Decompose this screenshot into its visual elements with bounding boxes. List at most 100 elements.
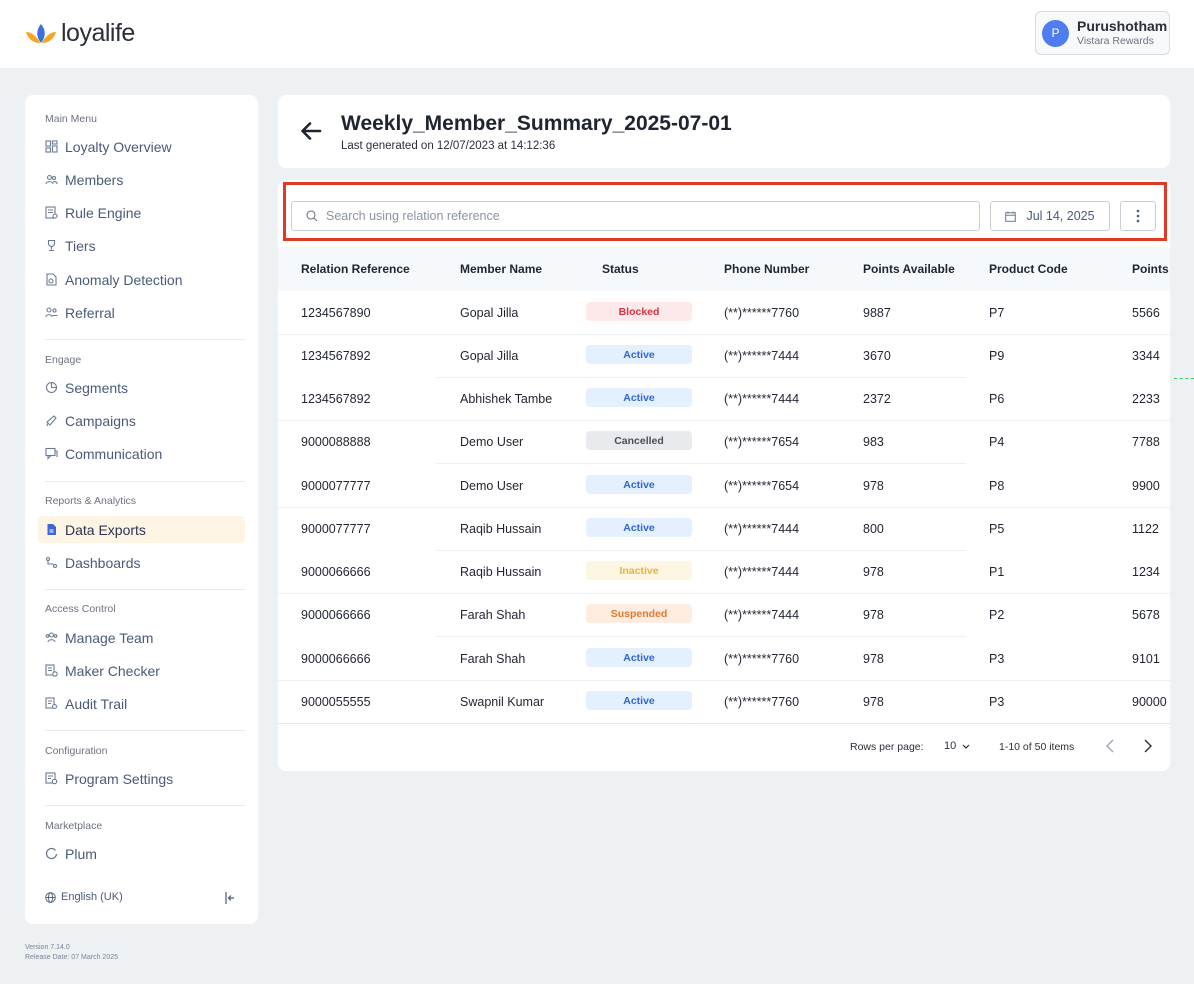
sidebar-item-audit-trail[interactable]: Audit Trail	[38, 690, 245, 717]
cell-member-name: Demo User	[460, 479, 524, 493]
cell-points: 1234	[1132, 565, 1160, 579]
cell-relation-reference: 9000066666	[301, 652, 371, 666]
cell-points-available: 978	[863, 479, 884, 493]
rows-per-page-select[interactable]: 10	[944, 740, 970, 752]
status-badge: Active	[586, 475, 692, 494]
table-row[interactable]: 9000066666 Farah Shah (**)******7760 978 P3 9…	[278, 637, 1170, 681]
sidebar-item-label: Data Exports	[65, 521, 146, 538]
cell-points: 90000	[1132, 695, 1167, 709]
sidebar-item-program-settings[interactable]: Program Settings	[38, 765, 245, 792]
cell-points-available: 983	[863, 435, 884, 449]
cell-relation-reference: 9000055555	[301, 695, 371, 709]
sidebar-item-campaigns[interactable]: Campaigns	[38, 407, 245, 434]
sidebar-item-manage-team[interactable]: Manage Team	[38, 624, 245, 651]
plum-icon	[45, 847, 58, 860]
cell-points: 3344	[1132, 349, 1160, 363]
status-badge: Active	[586, 388, 692, 407]
sidebar-item-anomaly-detection[interactable]: Anomaly Detection	[38, 266, 245, 293]
cell-member-name: Raqib Hussain	[460, 522, 542, 536]
table-row[interactable]: 9000066666 Farah Shah (**)******7444 978 P2 5…	[278, 593, 1170, 637]
sidebar-item-label: Communication	[65, 445, 163, 462]
cell-phone-number: (**)******7654	[724, 435, 800, 449]
page-header: Weekly_Member_Summary_2025-07-01 Last ge…	[278, 95, 1170, 168]
cell-member-name: Gopal Jilla	[460, 306, 519, 320]
cell-points-available: 800	[863, 522, 884, 536]
cell-points-available: 978	[863, 608, 884, 622]
column-header-relation-reference[interactable]: Relation Reference	[301, 262, 410, 276]
sidebar-item-segments[interactable]: Segments	[38, 374, 245, 401]
sidebar-item-label: Campaigns	[65, 412, 136, 429]
back-arrow-icon[interactable]	[300, 121, 322, 141]
sidebar-item-label: Audit Trail	[65, 695, 128, 712]
cell-member-name: Demo User	[460, 435, 524, 449]
divider	[45, 730, 245, 731]
status-badge: Blocked	[586, 302, 692, 321]
table-row[interactable]: 9000066666 Raqib Hussain (**)******7444 978…	[278, 550, 1170, 594]
cell-member-name: Gopal Jilla	[460, 349, 519, 363]
column-header-points-available[interactable]: Points Available	[863, 262, 955, 276]
column-header-product-code[interactable]: Product Code	[989, 262, 1068, 276]
cell-points: 9900	[1132, 479, 1160, 493]
column-header-points[interactable]: Points	[1132, 262, 1169, 276]
cell-product-code: P2	[989, 608, 1005, 622]
cell-phone-number: (**)******7654	[724, 479, 800, 493]
cell-member-name: Farah Shah	[460, 652, 526, 666]
brand-name: loyalife	[61, 19, 135, 47]
cell-points-available: 978	[863, 565, 884, 579]
user-organization: Vistara Rewards	[1077, 35, 1154, 47]
cell-phone-number: (**)******7760	[724, 695, 800, 709]
user-profile-card[interactable]: P Purushotham Vistara Rewards	[1035, 11, 1170, 55]
sidebar-item-rule-engine[interactable]: Rule Engine	[38, 199, 245, 226]
sidebar-item-members[interactable]: Members	[38, 166, 245, 193]
table-row[interactable]: 1234567892 Abhishek Tambe (**)******7444 23…	[278, 377, 1170, 421]
page-title: Weekly_Member_Summary_2025-07-01	[341, 112, 732, 135]
members-icon	[45, 173, 58, 186]
table-row[interactable]: 9000077777 Demo User (**)******7654 978 P8 99…	[278, 464, 1170, 508]
sidebar-item-data-exports[interactable]: Data Exports	[38, 516, 245, 543]
cell-phone-number: (**)******7444	[724, 565, 800, 579]
table-row[interactable]: 9000055555 Swapnil Kumar (**)******7760 978…	[278, 680, 1170, 723]
sidebar-item-communication[interactable]: Communication	[38, 440, 245, 467]
section-title-engage: Engage	[45, 354, 82, 366]
sidebar-item-tiers[interactable]: Tiers	[38, 232, 245, 259]
status-badge: Active	[586, 691, 692, 710]
sidebar-item-maker-checker[interactable]: Maker Checker	[38, 657, 245, 684]
column-header-phone-number[interactable]: Phone Number	[724, 262, 809, 276]
language-selector[interactable]: English (UK)	[45, 891, 123, 903]
sidebar-item-loyalty-overview[interactable]: Loyalty Overview	[38, 133, 245, 160]
sidebar-item-plum[interactable]: Plum	[38, 840, 245, 867]
cell-relation-reference: 9000077777	[301, 522, 371, 536]
brand-logo[interactable]: loyalife	[25, 19, 135, 48]
previous-page-icon[interactable]	[1104, 738, 1118, 754]
column-header-status[interactable]: Status	[602, 262, 639, 276]
table-row[interactable]: 9000077777 Raqib Hussain (**)******7444 800…	[278, 507, 1170, 551]
cell-phone-number: (**)******7444	[724, 392, 800, 406]
megaphone-icon	[45, 414, 58, 427]
cell-product-code: P4	[989, 435, 1005, 449]
cell-product-code: P8	[989, 479, 1005, 493]
cell-product-code: P1	[989, 565, 1005, 579]
column-header-member-name[interactable]: Member Name	[460, 262, 542, 276]
cell-relation-reference: 9000066666	[301, 565, 371, 579]
rows-per-page-label: Rows per page:	[850, 741, 924, 753]
cell-product-code: P3	[989, 695, 1005, 709]
table-row[interactable]: 9000088888 Demo User (**)******7654 983 P4 77…	[278, 420, 1170, 464]
cell-points: 2233	[1132, 392, 1160, 406]
audit-icon	[45, 697, 58, 710]
sidebar-item-dashboards[interactable]: Dashboards	[38, 549, 245, 576]
sidebar-item-label: Manage Team	[65, 629, 154, 646]
release-date-text: Release Date: 07 March 2025	[25, 954, 118, 961]
next-page-icon[interactable]	[1140, 738, 1154, 754]
sidebar-item-label: Plum	[65, 845, 97, 862]
sidebar-item-label: Dashboards	[65, 554, 141, 571]
collapse-sidebar-icon[interactable]	[223, 891, 237, 905]
divider	[45, 589, 245, 590]
section-title-main-menu: Main Menu	[45, 113, 97, 125]
chevron-down-icon	[962, 744, 970, 749]
sidebar-item-label: Rule Engine	[65, 204, 142, 221]
table-row[interactable]: 1234567890 Gopal Jilla (**)******7760 9887 P…	[278, 291, 1170, 335]
cell-relation-reference: 1234567892	[301, 349, 371, 363]
sidebar-item-referral[interactable]: Referral	[38, 299, 245, 326]
table-row[interactable]: 1234567892 Gopal Jilla (**)******7444 3670 P…	[278, 334, 1170, 378]
top-bar: loyalife P Purushotham Vistara Rewards	[0, 0, 1194, 68]
